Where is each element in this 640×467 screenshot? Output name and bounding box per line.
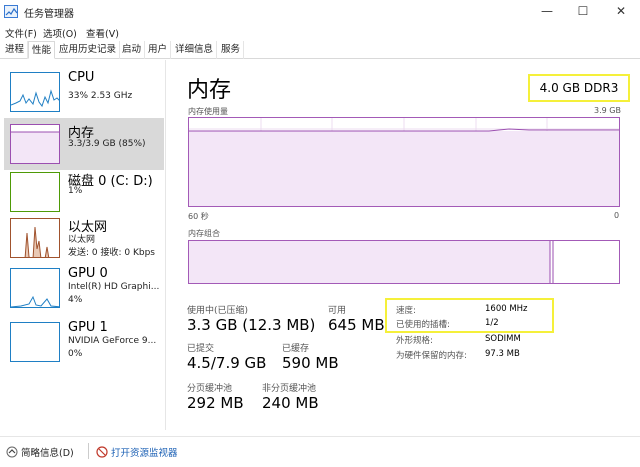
minimize-button[interactable]: — (532, 0, 562, 24)
memory-spec: 4.0 GB DDR3 (528, 74, 630, 102)
ethernet-throughput: 发送: 0 接收: 0 Kbps (68, 248, 155, 258)
paged-pool-label: 分页缓冲池 (187, 384, 233, 394)
tab-users[interactable]: 用户 (145, 41, 172, 59)
disk-usage: 1% (68, 186, 83, 196)
window-title: 任务管理器 (24, 9, 74, 20)
gpu1-label: GPU 1 (68, 320, 108, 335)
cpu-thumbnail-graph (10, 72, 60, 112)
memory-usage: 3.3/3.9 GB (85%) (68, 139, 146, 149)
task-manager-icon (4, 5, 18, 18)
cpu-label: CPU (68, 70, 95, 85)
time-axis-right: 0 (614, 211, 620, 220)
form-factor-label: 外形规格: (396, 336, 433, 346)
resource-item-gpu0[interactable]: GPU 0 Intel(R) HD Graphi... 4% (4, 262, 164, 314)
memory-usage-graph (188, 117, 620, 207)
menu-options[interactable]: 选项(O) (43, 26, 77, 40)
menu-view[interactable]: 查看(V) (86, 26, 119, 40)
ethernet-adapter: 以太网 (68, 235, 96, 245)
title-bar: 任务管理器 — ☐ ✕ (0, 0, 640, 24)
tab-app-history[interactable]: 应用历史记录 (56, 41, 121, 59)
usage-graph-max: 3.9 GB (594, 106, 621, 115)
speed-value: 1600 MHz (485, 304, 528, 314)
reserved-label: 为硬件保留的内存: (396, 351, 467, 361)
gpu1-usage: 0% (68, 349, 83, 359)
tab-startup[interactable]: 启动 (119, 41, 146, 59)
gpu1-model: NVIDIA GeForce 9... (68, 336, 157, 346)
composition-label: 内存组合 (188, 229, 220, 238)
tab-processes[interactable]: 进程 (2, 41, 29, 59)
memory-thumbnail-graph (10, 124, 60, 164)
cpu-usage: 33% 2.53 GHz (68, 91, 133, 101)
speed-label: 速度: (396, 306, 416, 316)
tab-services[interactable]: 服务 (218, 41, 245, 59)
form-factor-value: SODIMM (485, 334, 521, 344)
resource-item-ethernet[interactable]: 以太网 以太网 发送: 0 接收: 0 Kbps (4, 212, 164, 264)
fewer-details-label: 简略信息(D) (21, 448, 74, 459)
time-axis-left: 60 秒 (188, 212, 209, 221)
memory-composition-bar (188, 240, 620, 284)
close-button[interactable]: ✕ (606, 0, 636, 24)
tab-details[interactable]: 详细信息 (172, 41, 218, 59)
resource-item-disk[interactable]: 磁盘 0 (C: D:) 1% (4, 166, 164, 218)
page-title: 内存 (187, 78, 232, 103)
footer: 简略信息(D) 打开资源监视器 (0, 436, 640, 467)
resource-item-cpu[interactable]: CPU 33% 2.53 GHz (4, 66, 164, 118)
resource-list: CPU 33% 2.53 GHz 内存 3.3/3.9 GB (85%) 磁盘 … (0, 60, 166, 430)
available-value: 645 MB (328, 316, 385, 334)
gpu0-usage: 4% (68, 295, 83, 305)
resource-monitor-icon (96, 446, 108, 458)
slots-label: 已使用的插槽: (396, 320, 450, 330)
nonpaged-pool-value: 240 MB (262, 394, 319, 412)
available-label: 可用 (328, 306, 347, 316)
in-use-value: 3.3 GB (12.3 MB) (187, 316, 316, 334)
cached-label: 已缓存 (282, 344, 310, 354)
gpu1-thumbnail-graph (10, 322, 60, 362)
disk-thumbnail-graph (10, 172, 60, 212)
usage-area (189, 131, 619, 206)
gpu0-thumbnail-graph (10, 268, 60, 308)
reserved-value: 97.3 MB (485, 349, 520, 359)
gpu0-model: Intel(R) HD Graphi... (68, 282, 160, 292)
tab-bar: 进程 性能 应用历史记录 启动 用户 详细信息 服务 (0, 41, 640, 59)
resource-item-memory[interactable]: 内存 3.3/3.9 GB (85%) (4, 118, 164, 170)
resource-item-gpu1[interactable]: GPU 1 NVIDIA GeForce 9... 0% (4, 316, 164, 368)
tab-performance[interactable]: 性能 (28, 41, 56, 59)
cached-value: 590 MB (282, 354, 339, 372)
slots-value: 1/2 (485, 318, 499, 328)
committed-label: 已提交 (187, 344, 215, 354)
open-resource-monitor-link[interactable]: 打开资源监视器 (96, 445, 178, 459)
footer-divider (88, 443, 89, 459)
maximize-button[interactable]: ☐ (568, 0, 598, 24)
nonpaged-pool-label: 非分页缓冲池 (262, 384, 317, 394)
in-use-segment (189, 241, 550, 283)
usage-graph-label: 内存使用量 (188, 107, 228, 116)
menu-bar: 文件(F) 选项(O) 查看(V) (0, 24, 640, 40)
gpu0-label: GPU 0 (68, 266, 108, 281)
in-use-label: 使用中(已压缩) (187, 306, 249, 316)
ethernet-thumbnail-graph (10, 218, 60, 258)
paged-pool-value: 292 MB (187, 394, 244, 412)
committed-value: 4.5/7.9 GB (187, 354, 267, 372)
open-resource-monitor-label: 打开资源监视器 (111, 448, 178, 459)
chevron-up-icon (6, 446, 18, 458)
fewer-details-link[interactable]: 简略信息(D) (6, 445, 74, 459)
menu-file[interactable]: 文件(F) (5, 26, 37, 40)
